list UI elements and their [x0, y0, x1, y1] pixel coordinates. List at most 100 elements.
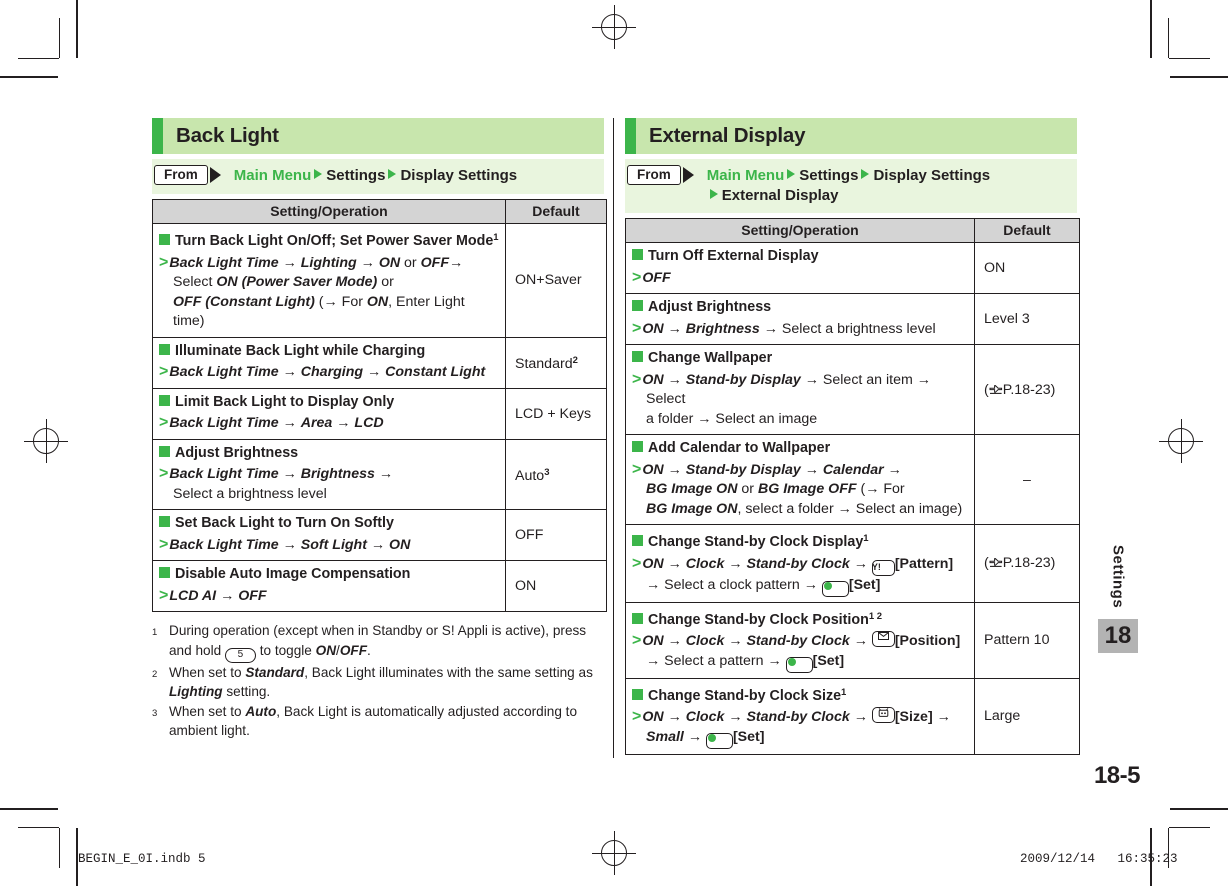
operation-title: Adjust Brightness — [648, 299, 772, 315]
page-reference: (P.18-23) — [984, 381, 1056, 398]
footnote-marker: 2 — [572, 355, 578, 366]
right-column: External Display From Main Menu Settings D… — [625, 118, 1080, 755]
footnote-number: 1 — [152, 627, 158, 638]
breadcrumb-item-3: External Display — [721, 187, 839, 204]
table-row: Illuminate Back Light while Charging >Ba… — [152, 336, 607, 389]
pointing-hand-icon — [989, 558, 1002, 568]
operation-title-line: Set Back Light to Turn On Softly — [159, 514, 500, 534]
footnote-text: When set to Auto, Back Light is automati… — [169, 703, 578, 739]
crop-mark-tl-h — [0, 76, 58, 78]
operation-title-line: Change Wallpaper — [632, 349, 969, 369]
mail-key-icon — [871, 631, 895, 647]
operation-steps: >ON → Clock → Stand-by Clock → Y! [Patter… — [632, 554, 969, 597]
operation-title: Limit Back Light to Display Only — [175, 393, 395, 410]
footnote-item: 3 When set to Auto, Back Light is automa… — [152, 702, 604, 741]
table-row: Change Stand-by Clock Display1 >ON → Clo… — [625, 524, 1080, 603]
footer-time: 16:35:23 — [1117, 852, 1178, 866]
bullet-square-icon — [632, 612, 643, 624]
crop-mark-tr-inner-v — [1168, 18, 1170, 58]
table-row: Change Stand-by Clock Size1 >ON → Clock … — [625, 677, 1080, 755]
page-reference: (P.18-23) — [984, 555, 1056, 572]
external-display-settings-table: Setting/Operation Default Turn Off Exter… — [625, 218, 1080, 755]
tv-key-icon — [871, 707, 895, 723]
table-row: Set Back Light to Turn On Softly >Back L… — [152, 509, 607, 561]
footnote-marker: 1 — [863, 533, 869, 544]
operation-cell: Adjust Brightness >ON → Brightness → Sel… — [625, 293, 975, 345]
table-row: Add Calendar to Wallpaper >ON → Stand-by… — [625, 434, 1080, 525]
operation-title-line: Change Stand-by Clock Position1 2 — [632, 607, 969, 631]
section-header-external-display: External Display — [625, 118, 1077, 154]
column-header-operation: Setting/Operation — [152, 199, 506, 224]
from-triangle-icon — [682, 167, 694, 183]
column-header-default: Default — [505, 199, 607, 224]
page-reference-text: P.18-23 — [1002, 381, 1051, 398]
operation-title-line: Illuminate Back Light while Charging — [159, 342, 500, 362]
operation-cell: Disable Auto Image Compensation >LCD AI … — [152, 560, 506, 612]
footer-timestamp: 2009/12/14 16:35:23 — [1020, 852, 1178, 866]
chevron-right-icon — [861, 169, 870, 179]
green-dot — [708, 733, 717, 742]
default-cell: Auto3 — [505, 438, 607, 510]
default-cell: – — [974, 434, 1080, 525]
default-cell: ON — [505, 560, 607, 612]
crop-mark-tl-inner-v — [59, 18, 61, 58]
step-arrow-icon: > — [632, 268, 642, 286]
breadcrumb-item-2: Display Settings — [400, 167, 518, 184]
yahoo-key-icon: Y! — [871, 559, 895, 576]
section-header-back-light: Back Light — [152, 118, 604, 154]
crop-mark-tl-v — [76, 0, 78, 58]
default-cell: Large — [974, 677, 1080, 755]
table-header-row: Setting/Operation Default — [152, 199, 607, 224]
footnote-marker: 1 2 — [868, 610, 883, 622]
default-value: Standard — [515, 356, 573, 372]
operation-cell: Change Stand-by Clock Position1 2 >ON → … — [625, 601, 975, 679]
operation-title: Change Stand-by Clock Size — [648, 687, 842, 704]
crop-mark-tr-h — [1170, 76, 1228, 78]
crop-mark-bl-inner-h — [18, 827, 59, 829]
crop-mark-tr-inner-h — [1169, 58, 1210, 60]
green-dot — [788, 657, 797, 666]
step-arrow-icon: > — [632, 460, 642, 478]
default-value: Auto — [515, 467, 545, 484]
breadcrumb: Main Menu Settings Display Settings Externa… — [694, 165, 990, 206]
chevron-right-icon — [388, 169, 397, 179]
step-arrow-icon: > — [159, 586, 169, 604]
footer-filename: BEGIN_E_0I.indb 5 — [78, 852, 206, 866]
footnote-number: 2 — [152, 668, 158, 680]
column-header-operation: Setting/Operation — [625, 218, 975, 243]
footnote-item: 2 When set to Standard, Back Light illum… — [152, 663, 604, 702]
from-label: From — [154, 165, 208, 185]
operation-title: Change Stand-by Clock Display — [648, 534, 864, 550]
step-arrow-icon: > — [159, 535, 169, 553]
footnote-item: 1 During operation (except when in Stand… — [152, 621, 604, 663]
operation-steps: >ON → Stand-by Display → Select an item … — [632, 370, 931, 427]
operation-steps: >Back Light Time → Soft Light → ON — [159, 535, 411, 553]
breadcrumb-item-1: Settings — [326, 167, 386, 184]
default-cell: ON+Saver — [505, 223, 607, 338]
table-row: Disable Auto Image Compensation >LCD AI … — [152, 560, 607, 612]
table-header-row: Setting/Operation Default — [625, 218, 1080, 243]
operation-title-line: Disable Auto Image Compensation — [159, 565, 500, 585]
operation-title: Set Back Light to Turn On Softly — [175, 515, 394, 531]
operation-cell: Adjust Brightness >Back Light Time → Bri… — [152, 438, 506, 510]
bullet-square-icon — [159, 445, 170, 457]
center-key-icon — [821, 580, 849, 597]
bullet-square-icon — [159, 343, 170, 355]
operation-title-line: Limit Back Light to Display Only — [159, 393, 500, 413]
operation-steps: >Back Light Time → Charging → Constant L… — [159, 363, 486, 380]
bullet-square-icon — [159, 516, 170, 527]
default-cell: Level 3 — [974, 293, 1080, 345]
step-arrow-icon: > — [159, 414, 169, 431]
breadcrumb-item-1: Settings — [799, 167, 859, 184]
green-dot — [824, 581, 833, 590]
default-cell: OFF — [505, 509, 607, 561]
table-row: Change Stand-by Clock Position1 2 >ON → … — [625, 601, 1080, 679]
set-label: [Set] — [812, 652, 845, 669]
operation-steps: >ON → Clock → Stand-by Clock → [Size] → S… — [632, 707, 969, 749]
operation-cell: Change Stand-by Clock Display1 >ON → Clo… — [625, 524, 975, 603]
manual-page: Back Light From Main Menu Settings Display… — [0, 0, 1228, 886]
page-number: 18-5 — [1093, 762, 1141, 789]
breadcrumb-item-2: Display Settings — [873, 167, 991, 184]
operation-title: Turn Back Light On/Off; Set Power Saver … — [175, 233, 494, 249]
footnote-marker: 3 — [544, 466, 550, 478]
